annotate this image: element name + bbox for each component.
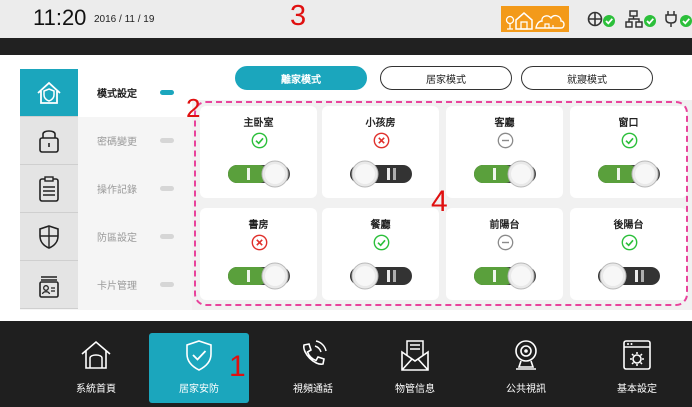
id-card-icon [39,276,59,298]
menu-item-mode-settings[interactable]: 模式設定 [20,69,192,117]
padlock-icon [39,130,59,153]
settings-window-icon [623,340,651,370]
menu-item-label: 卡片管理 [97,281,137,292]
nav-label: 系統首頁 [76,384,116,395]
envelope-doc-icon [401,340,429,371]
clock-date: 2016 / 11 / 19 [94,14,155,25]
shield-cross-icon [39,225,59,249]
home-status-indicator[interactable] [501,6,569,32]
callout-number-2: 2 [186,93,201,123]
nav-item-public-video[interactable]: 公共視訊 [476,333,576,403]
side-menu: 模式設定 密碼變更 操作記錄 防區設定 卡片管理 [20,69,192,310]
nav-item-basic-settings[interactable]: 基本設定 [587,333,687,403]
status-bar: 11:20 2016 / 11 / 19 [0,0,692,38]
menu-icon-box [20,117,78,165]
menu-icon-box [20,261,78,309]
nav-item-home[interactable]: 系統首頁 [46,333,146,403]
active-indicator [160,90,174,95]
tab-sleep-mode[interactable]: 就寢模式 [521,66,653,90]
nav-label: 基本設定 [617,384,657,395]
menu-item-label: 模式設定 [97,89,137,100]
power-plug-ok-icon [665,11,692,27]
nav-label: 物管信息 [395,384,435,395]
inactive-indicator [160,282,174,287]
nav-label: 公共視訊 [506,384,546,395]
nav-item-video-call[interactable]: 視頻通話 [263,333,363,403]
lan-ok-icon [625,10,656,28]
callout-number-1: 1 [229,350,246,383]
menu-item-label: 操作記錄 [97,185,137,196]
menu-icon-box [20,165,78,213]
callout-number-3: 3 [290,0,307,32]
network-ok-icon [587,11,615,27]
home-network-icon [505,12,565,30]
header-divider [0,38,692,55]
clock-time: 11:20 [33,5,87,30]
tab-away-mode[interactable]: 離家模式 [235,66,367,90]
clipboard-icon [39,176,59,202]
shield-check-icon [186,340,212,371]
nav-item-property-info[interactable]: 物管信息 [365,333,465,403]
menu-item-password-change[interactable]: 密碼變更 [20,117,192,165]
menu-item-label: 密碼變更 [97,137,137,148]
menu-icon-box [20,213,78,261]
house-icon [81,340,111,369]
tab-home-mode[interactable]: 居家模式 [380,66,512,90]
menu-icon-box [20,69,78,117]
webcam-icon [515,340,537,370]
home-shield-icon [37,81,61,104]
inactive-indicator [160,138,174,143]
menu-item-label: 防區設定 [97,233,137,244]
menu-item-operation-log[interactable]: 操作記錄 [20,165,192,213]
callout-number-4: 4 [431,185,448,218]
inactive-indicator [160,234,174,239]
screen: 11:20 2016 / 11 / 19 模式設定 密碼變更 操作記錄 防區設定… [0,0,692,407]
phone-call-icon [303,340,327,365]
menu-item-zone-settings[interactable]: 防區設定 [20,213,192,261]
nav-label: 視頻通話 [293,384,333,395]
menu-item-card-management[interactable]: 卡片管理 [20,261,192,309]
inactive-indicator [160,186,174,191]
